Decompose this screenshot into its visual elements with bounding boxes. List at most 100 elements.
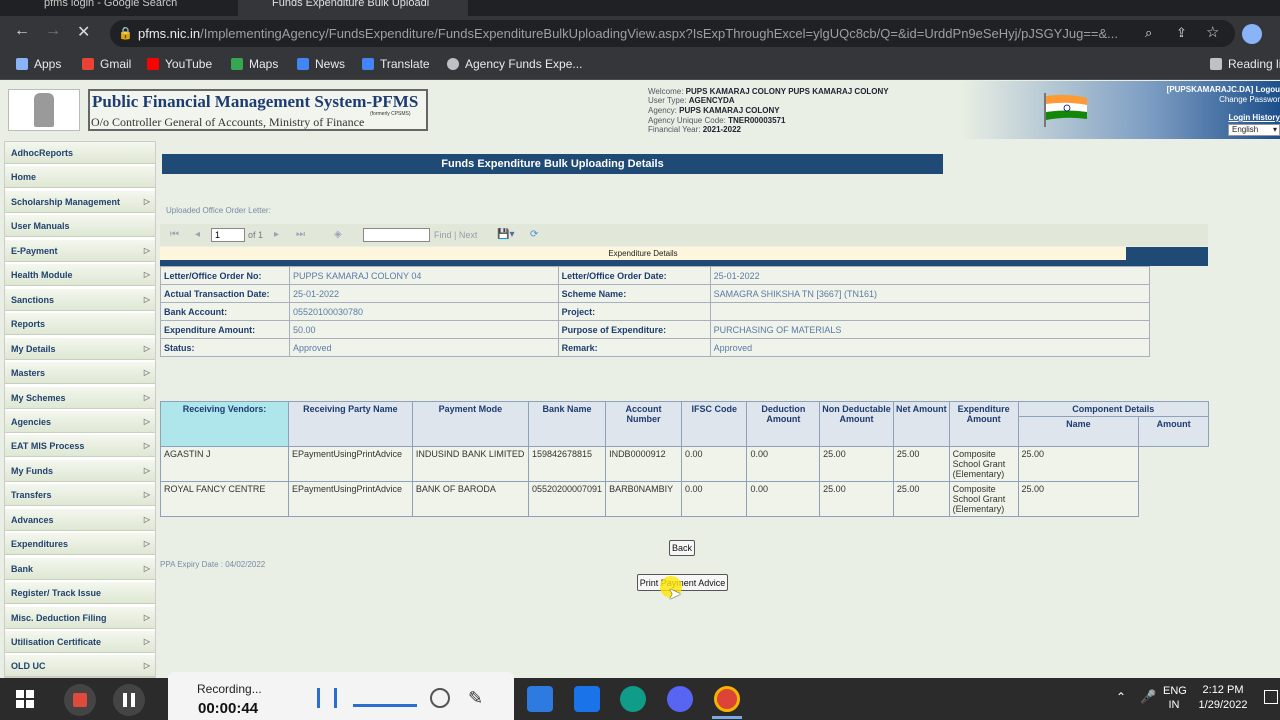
apps-grid-icon bbox=[16, 58, 28, 70]
sidebar-item-home[interactable]: Home bbox=[5, 166, 155, 189]
submenu-arrow-icon: ▷ bbox=[143, 270, 150, 280]
details-label: Status: bbox=[160, 338, 290, 357]
news-icon bbox=[297, 58, 309, 70]
login-history-link[interactable]: Login History bbox=[1160, 113, 1280, 122]
mail-icon[interactable] bbox=[574, 686, 600, 712]
zoom-icon[interactable]: ⌕ bbox=[1145, 25, 1152, 41]
sidebar-item-agencies[interactable]: Agencies ▷ bbox=[5, 410, 155, 433]
bookmark-agency-funds[interactable]: Agency Funds Expe... bbox=[447, 57, 582, 71]
profile-avatar[interactable] bbox=[1242, 24, 1262, 44]
sidebar-item-register-track-issue[interactable]: Register/ Track Issue bbox=[5, 582, 155, 605]
expenditure-details-header: Expenditure Details bbox=[160, 247, 1126, 260]
pause-recording-icon[interactable] bbox=[113, 684, 145, 716]
bookmark-youtube[interactable]: YouTube bbox=[147, 57, 212, 71]
recording-label: Recording... bbox=[197, 682, 262, 696]
sidebar-item-adhocreports[interactable]: AdhocReports bbox=[5, 142, 155, 164]
reading-list[interactable]: Reading li bbox=[1210, 57, 1280, 71]
uploaded-office-order-label: Uploaded Office Order Letter: bbox=[166, 206, 271, 215]
sidebar-item-masters[interactable]: Masters ▷ bbox=[5, 362, 155, 385]
system-clock[interactable]: 2:12 PM 1/29/2022 bbox=[1193, 683, 1253, 713]
submenu-arrow-icon: ▷ bbox=[143, 637, 150, 646]
notifications-icon[interactable] bbox=[1264, 690, 1278, 704]
bookmark-apps[interactable]: Apps bbox=[16, 57, 61, 71]
header-user-tag: [PUPSKAMARAJC.DA] Logou bbox=[1166, 85, 1280, 94]
sidebar-item-e-payment[interactable]: E-Payment ▷ bbox=[5, 239, 155, 262]
star-icon[interactable]: ☆ bbox=[1206, 23, 1219, 41]
user-agency: Agency: PUPS KAMARAJ COLONY bbox=[648, 106, 780, 115]
share-icon[interactable]: ⇪ bbox=[1176, 25, 1187, 41]
bookmark-maps[interactable]: Maps bbox=[231, 57, 278, 71]
details-label: Project: bbox=[557, 302, 711, 321]
browser-tab-google[interactable]: pfms login - Google Search bbox=[20, 0, 230, 16]
back-button[interactable]: Back bbox=[669, 540, 695, 556]
stop-loading-icon[interactable]: ✕ bbox=[77, 22, 90, 42]
print-payment-advice-button[interactable]: Print Payment Advice bbox=[637, 574, 728, 591]
sidebar-item-transfers[interactable]: Transfers ▷ bbox=[5, 484, 155, 507]
lock-icon[interactable]: 🔒 bbox=[118, 26, 133, 40]
user-type: User Type: AGENCYDA bbox=[648, 96, 735, 105]
submenu-arrow-icon: ▷ bbox=[143, 368, 150, 378]
stop-recording-icon[interactable] bbox=[64, 684, 96, 716]
sidebar-item-sanctions[interactable]: Sanctions ▷ bbox=[5, 288, 155, 311]
last-page-icon[interactable]: ⏭ bbox=[296, 229, 305, 240]
bookmark-news[interactable]: News bbox=[297, 57, 345, 71]
sidebar-item-reports[interactable]: Reports bbox=[5, 313, 155, 336]
forward-arrow-icon[interactable]: → bbox=[45, 22, 61, 40]
change-password-link[interactable]: Change Passwor bbox=[1160, 95, 1280, 104]
sidebar-item-old-uc[interactable]: OLD UC ▷ bbox=[5, 655, 155, 678]
sidebar-item-eat-mis-process[interactable]: EAT MIS Process ▷ bbox=[5, 435, 155, 458]
reading-list-icon bbox=[1210, 58, 1222, 70]
page-number-input[interactable]: 1 bbox=[211, 228, 245, 242]
microphone-icon[interactable]: 🎤 bbox=[1140, 689, 1156, 705]
find-text-input[interactable] bbox=[363, 228, 430, 242]
submenu-arrow-icon: ▷ bbox=[143, 514, 150, 524]
edge-icon[interactable] bbox=[620, 686, 646, 712]
details-label: Bank Account: bbox=[160, 302, 290, 321]
sidebar-item-my-schemes[interactable]: My Schemes ▷ bbox=[5, 386, 155, 409]
details-value: 05520100030780 bbox=[288, 302, 559, 321]
store-icon[interactable] bbox=[527, 686, 553, 712]
language-select[interactable]: English ▾ bbox=[1228, 124, 1280, 136]
tray-expand-icon[interactable]: ⌃ bbox=[1116, 690, 1126, 704]
col-ifsc-code: IFSC Code bbox=[680, 401, 748, 447]
webcam-icon[interactable] bbox=[430, 688, 450, 708]
refresh-icon[interactable]: ⟳ bbox=[530, 229, 538, 240]
details-label: Letter/Office Order No: bbox=[160, 266, 290, 285]
details-label: Letter/Office Order Date: bbox=[557, 266, 711, 285]
discord-icon[interactable] bbox=[667, 686, 693, 712]
find-next-links[interactable]: Find | Next bbox=[434, 230, 477, 240]
logout-link[interactable]: Logou bbox=[1256, 85, 1280, 94]
sidebar-item-expenditures[interactable]: Expenditures ▷ bbox=[5, 533, 155, 556]
browser-tab-pfms[interactable]: Funds Expenditure Bulk Uploadi bbox=[238, 0, 468, 16]
back-arrow-icon[interactable]: ← bbox=[14, 22, 30, 40]
sidebar-item-advances[interactable]: Advances ▷ bbox=[5, 508, 155, 531]
sidebar-item-scholarship-management[interactable]: Scholarship Management ▷ bbox=[5, 190, 155, 213]
export-save-icon[interactable]: 💾▾ bbox=[497, 229, 514, 240]
col-net-amount: Net Amount bbox=[892, 401, 950, 447]
back-to-parent-icon[interactable]: ◈ bbox=[334, 229, 342, 240]
sidebar-item-bank[interactable]: Bank ▷ bbox=[5, 557, 155, 580]
first-page-icon[interactable]: ⏮ bbox=[170, 229, 179, 240]
sidebar-item-my-funds[interactable]: My Funds ▷ bbox=[5, 459, 155, 482]
bookmark-gmail[interactable]: Gmail bbox=[82, 57, 131, 71]
chrome-icon[interactable] bbox=[714, 686, 740, 712]
vendor-row: AGASTIN J EPaymentUsingPrintAdvice INDUSIN… bbox=[160, 446, 1209, 482]
sidebar-item-misc-deduction-filing[interactable]: Misc. Deduction Filing ▷ bbox=[5, 606, 155, 629]
url-text[interactable]: pfms.nic.in/ImplementingAgency/FundsExpe… bbox=[138, 26, 1133, 41]
sidebar-item-health-module[interactable]: Health Module ▷ bbox=[5, 264, 155, 287]
col-component-details: Component Details bbox=[1017, 401, 1210, 417]
bookmark-translate[interactable]: Translate bbox=[362, 57, 430, 71]
ppa-expiry-date: PPA Expiry Date : 04/02/2022 bbox=[160, 560, 266, 569]
vendor-cell: 25.00 bbox=[819, 481, 894, 517]
sidebar-item-user-manuals[interactable]: User Manuals bbox=[5, 215, 155, 238]
prev-page-icon[interactable]: ◂ bbox=[195, 229, 200, 240]
sidebar-item-utilisation-certificate[interactable]: Utilisation Certificate ▷ bbox=[5, 631, 155, 653]
input-language-indicator[interactable]: ENG IN bbox=[1163, 684, 1187, 712]
pen-icon[interactable]: ✎ bbox=[468, 688, 483, 709]
windows-start-icon[interactable] bbox=[16, 690, 34, 713]
volume-slider[interactable] bbox=[353, 704, 417, 707]
vendor-cell: EPaymentUsingPrintAdvice bbox=[287, 446, 413, 482]
next-page-icon[interactable]: ▸ bbox=[274, 229, 279, 240]
report-toolbar bbox=[160, 224, 1208, 246]
sidebar-item-my-details[interactable]: My Details ▷ bbox=[5, 337, 155, 360]
